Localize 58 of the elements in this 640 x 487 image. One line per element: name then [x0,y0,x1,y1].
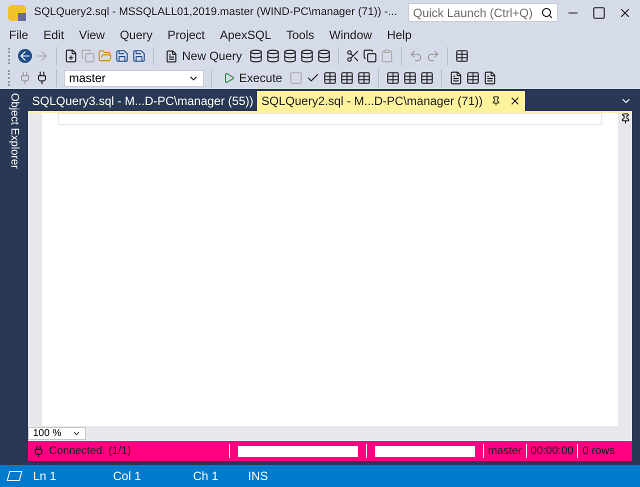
window-title: SQLQuery2.sql - MSSQLALL01,2019.master (WIND-PC\manager (71)) -... [34,5,398,20]
zoom-dropdown[interactable]: 100 % [28,427,86,440]
database-query-icon[interactable] [249,49,264,63]
cut-icon[interactable] [346,49,360,63]
grid-icon[interactable] [323,71,338,85]
elapsed-time: 00:00:00 [530,444,574,459]
editor-area[interactable]: 100 % Connected. (1/1) master 00:00:00 0 rows [28,113,632,461]
save-icon[interactable] [115,49,129,63]
vertical-scrollbar[interactable] [618,113,632,426]
database-query-icon[interactable] [300,49,314,63]
play-icon [223,72,235,84]
search-icon [541,6,553,18]
grid-icon[interactable] [357,71,372,85]
column-number: Col 1 [113,468,142,485]
grid-icon[interactable] [340,71,354,85]
new-project-icon[interactable] [64,49,78,63]
database-dropdown[interactable]: master [64,70,204,86]
caret-icon [72,429,81,438]
grid-icon[interactable] [420,71,434,85]
database-query-icon[interactable] [266,49,280,63]
side-panel-tab[interactable]: Object Explorer [6,93,22,169]
menu-item[interactable]: View [74,26,110,44]
menu-item[interactable]: Window [324,26,377,44]
close-icon[interactable] [508,95,521,107]
document-icon[interactable] [483,71,498,85]
document-tab[interactable]: SQLQuery2.sql - M...D-PC\manager (71)) [257,91,525,111]
pin-icon[interactable] [490,96,501,106]
plug-icon[interactable] [35,71,49,85]
grid-icon[interactable] [466,71,480,85]
menu-item[interactable]: Query [114,26,158,44]
grid-icon[interactable] [386,71,400,85]
menu-item[interactable]: ApexSQL [214,26,276,44]
grid-icon[interactable] [403,71,418,85]
back-icon[interactable] [18,49,32,63]
menu-item[interactable]: Help [382,26,417,44]
copy-icon[interactable] [363,49,378,63]
maximize-icon[interactable] [592,6,606,20]
database-query-icon[interactable] [317,49,332,63]
document-icon[interactable] [449,71,464,85]
menu-item[interactable]: Project [162,26,210,44]
document-icon [165,50,178,62]
insert-mode: INS [248,468,268,485]
quick-launch-field[interactable]: Quick Launch (Ctrl+Q) [408,3,558,22]
document-tab[interactable]: SQLQuery3.sql - M...D-PC\manager (55)) [28,91,258,111]
database-query-icon[interactable] [283,49,298,63]
connection-status: Connected. (1/1) [49,444,132,459]
app-logo-icon [8,4,26,20]
menu-item[interactable]: File [4,26,34,44]
menu-item[interactable]: Edit [38,26,70,44]
save-all-icon[interactable] [132,49,146,63]
database-name: master [487,444,523,459]
new-query-button[interactable]: New Query [161,47,246,65]
connected-plug-icon [32,444,45,458]
character-number: Ch 1 [193,468,220,485]
menu-item[interactable]: Tools [281,26,320,44]
execute-button[interactable]: Execute [219,69,286,87]
line-number: Ln 1 [33,468,58,485]
row-count: 0 rows [581,444,616,459]
